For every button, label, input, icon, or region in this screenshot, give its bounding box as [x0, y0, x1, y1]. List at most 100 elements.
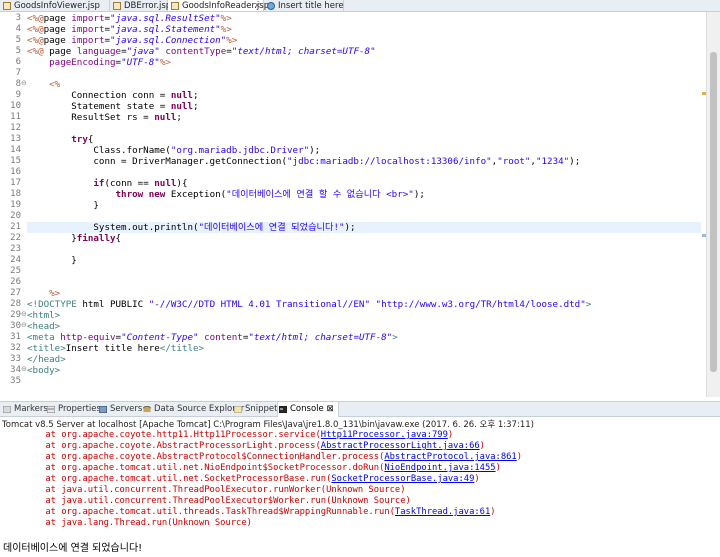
- code-token: %>: [220, 13, 232, 24]
- code-line[interactable]: Statement state = null;: [27, 101, 701, 112]
- tab-goodsinfoviewer[interactable]: GoodsInfoViewer.jsp: [0, 0, 110, 11]
- code-line[interactable]: <!DOCTYPE html PUBLIC "-//W3C//DTD HTML …: [27, 299, 701, 310]
- code-line[interactable]: [27, 167, 701, 178]
- tab-label: Properties: [58, 404, 101, 414]
- code-token: Exception(: [165, 189, 227, 200]
- tab-goodsinforeader[interactable]: GoodsInfoReader.jsp ✕: [168, 0, 269, 11]
- code-line[interactable]: System.out.println("데이터베이스에 연결 되었습니다!");: [27, 222, 701, 233]
- code-token: <!DOCTYPE: [27, 299, 83, 310]
- code-token: }: [27, 255, 77, 266]
- tab-properties[interactable]: Properties: [46, 402, 101, 417]
- code-line[interactable]: [27, 68, 701, 79]
- code-line[interactable]: <%@page import="java.sql.ResultSet"%>: [27, 13, 701, 24]
- code-token: http-equiv: [60, 332, 116, 343]
- code-editor[interactable]: 3 4 5 5 6 7 8 ⊖ 9 10 11 12 13 14 15 16 17 18 19 20 21 22 23 24 2…: [0, 12, 720, 397]
- code-line[interactable]: [27, 376, 701, 387]
- code-line[interactable]: [27, 277, 701, 288]
- code-token: <body>: [27, 365, 61, 376]
- code-line[interactable]: [27, 123, 701, 134]
- code-line[interactable]: <%: [27, 79, 701, 90]
- tab-markers[interactable]: Markers: [2, 402, 48, 417]
- stack-frame-text: at org.apache.tomcat.util.threads.TaskTh…: [3, 507, 395, 517]
- code-token: );: [569, 156, 581, 167]
- code-token: content: [204, 332, 243, 343]
- code-line[interactable]: </head>: [27, 354, 701, 365]
- fold-toggle[interactable]: ⊖: [21, 365, 27, 373]
- stack-frame-text: at org.apache.tomcat.util.net.NioEndpoin…: [3, 463, 385, 473]
- fold-toggle[interactable]: ⊖: [21, 79, 27, 87]
- code-line[interactable]: [27, 244, 701, 255]
- line-number: 22: [10, 233, 21, 243]
- close-icon[interactable]: ✕: [254, 0, 261, 11]
- console-view[interactable]: Tomcat v8.5 Server at localhost [Apache …: [0, 417, 720, 557]
- code-line[interactable]: %>: [27, 288, 701, 299]
- code-token: );: [309, 145, 321, 156]
- code-token: page: [43, 13, 72, 24]
- tab-data-source-explorer[interactable]: Data Source Explorer: [142, 402, 244, 417]
- source-link[interactable]: AbstractProcessorLight.java:66: [321, 441, 480, 451]
- code-token: <meta: [27, 332, 61, 343]
- tab-servers[interactable]: Servers: [98, 402, 142, 417]
- scrollbar-thumb[interactable]: [710, 52, 717, 372]
- line-number: 5: [15, 35, 21, 45]
- code-token: </title>: [159, 343, 205, 354]
- code-token: "-//W3C//DTD HTML 4.01 Transitional//EN": [148, 299, 370, 310]
- line-number: 30: [10, 321, 21, 331]
- code-line[interactable]: <body>: [27, 365, 701, 376]
- code-line[interactable]: try{: [27, 134, 701, 145]
- line-number: 4: [15, 24, 21, 34]
- code-token: <%@: [27, 35, 44, 46]
- fold-toggle[interactable]: ⊖: [21, 310, 27, 318]
- code-line[interactable]: }: [27, 255, 701, 266]
- source-link[interactable]: NioEndpoint.java:1455: [384, 463, 495, 473]
- code-line[interactable]: conn = DriverManager.getConnection("jdbc…: [27, 156, 701, 167]
- code-line[interactable]: }: [27, 200, 701, 211]
- line-number: 13: [10, 134, 21, 144]
- code-line[interactable]: throw new Exception("데이터베이스에 연결 할 수 없습니다…: [27, 189, 701, 200]
- code-token: %>: [226, 35, 238, 46]
- source-link[interactable]: SocketProcessorBase.java:49: [331, 474, 474, 484]
- code-line[interactable]: Class.forName("org.mariadb.jdbc.Driver")…: [27, 145, 701, 156]
- tab-label: Insert title here: [278, 1, 344, 11]
- view-tab-bar: Markers Properties Servers Data Source E…: [0, 401, 720, 417]
- code-token: import: [71, 35, 105, 46]
- stack-frame-tail: ): [479, 441, 485, 451]
- snippets-icon: [234, 406, 242, 413]
- code-token: ){: [176, 178, 188, 189]
- stack-frame-text: at java.lang.Thread.run(Unknown Source): [3, 518, 252, 528]
- code-line[interactable]: pageEncoding="UTF-8"%>: [27, 57, 701, 68]
- fold-toggle[interactable]: ⊖: [21, 321, 27, 329]
- code-line[interactable]: <title>Insert title here</title>: [27, 343, 701, 354]
- code-line[interactable]: <%@page import="java.sql.Connection"%>: [27, 35, 701, 46]
- source-link[interactable]: AbstractProtocol.java:861: [384, 452, 516, 462]
- code-line[interactable]: <meta http-equiv="Content-Type" content=…: [27, 332, 701, 343]
- source-link[interactable]: TaskThread.java:61: [395, 507, 490, 517]
- code-line[interactable]: Connection conn = null;: [27, 90, 701, 101]
- code-line[interactable]: <%@page import="java.sql.Statement"%>: [27, 24, 701, 35]
- code-token: null: [170, 90, 193, 101]
- servers-icon: [99, 406, 107, 413]
- source-link[interactable]: Http11Processor.java:799: [321, 430, 448, 440]
- code-token: html PUBLIC: [82, 299, 149, 310]
- database-icon: [143, 406, 151, 412]
- editor-vertical-scrollbar[interactable]: [706, 12, 720, 397]
- code-line[interactable]: <html>: [27, 310, 701, 321]
- tab-insert-title[interactable]: Insert title here: [264, 0, 344, 11]
- code-line[interactable]: [27, 211, 701, 222]
- tab-console[interactable]: Console ⊠: [277, 402, 339, 417]
- code-line[interactable]: [27, 266, 701, 277]
- code-line[interactable]: if(conn == null){: [27, 178, 701, 189]
- code-line[interactable]: ResultSet rs = null;: [27, 112, 701, 123]
- code-token: ;: [176, 112, 182, 123]
- line-number: 25: [10, 266, 21, 276]
- code-token: "text/html; charset=UTF-8": [248, 332, 393, 343]
- tab-dberror[interactable]: DBError.jsp: [110, 0, 171, 11]
- code-token: Statement state =: [27, 101, 171, 112]
- tab-snippets[interactable]: Snippets: [233, 402, 282, 417]
- properties-icon: [47, 406, 55, 413]
- code-token: try: [71, 134, 88, 145]
- code-line[interactable]: <head>: [27, 321, 701, 332]
- code-line[interactable]: <%@ page language="java" contentType="te…: [27, 46, 701, 57]
- code-line[interactable]: }finally{: [27, 233, 701, 244]
